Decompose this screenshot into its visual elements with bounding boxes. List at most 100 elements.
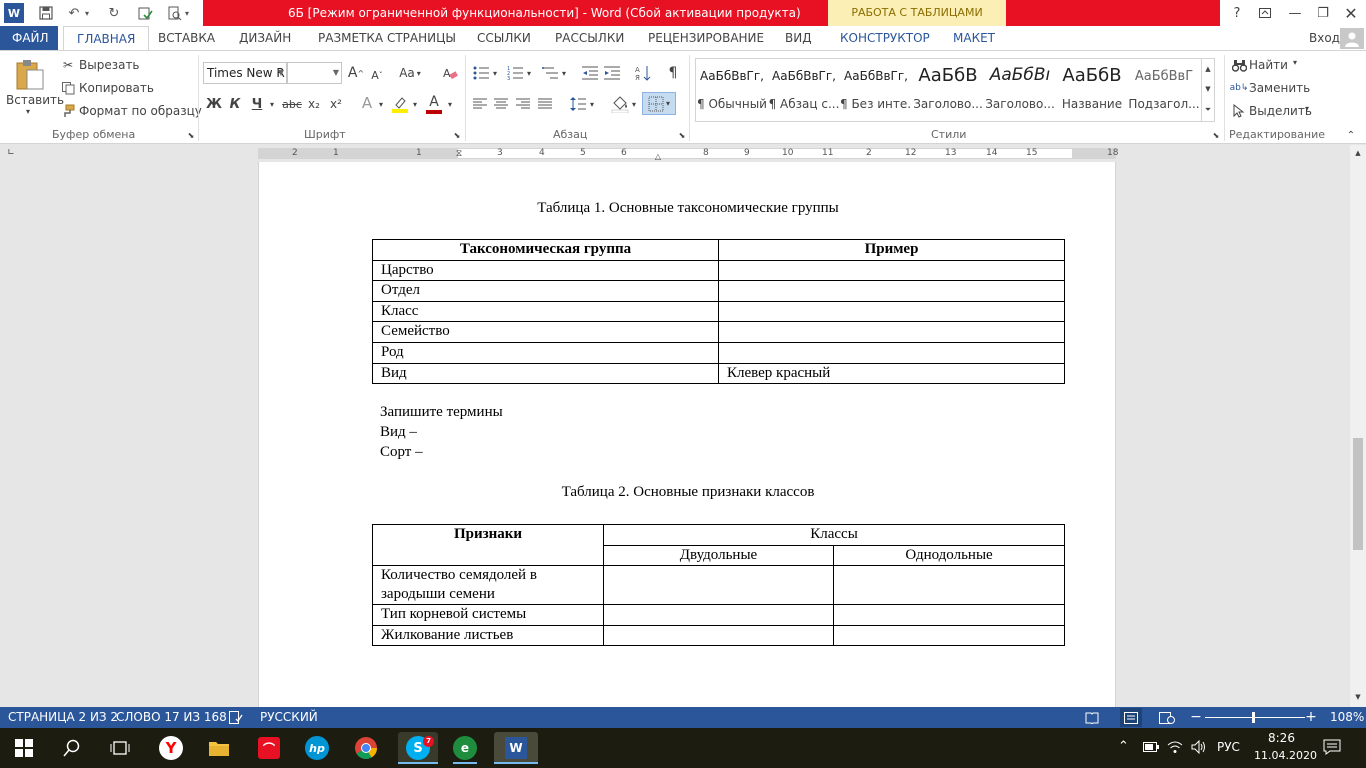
italic-button[interactable]: К (226, 94, 244, 114)
align-right-icon[interactable] (514, 94, 532, 114)
customize-qat-icon[interactable]: ▾ (182, 3, 192, 23)
bullets-icon[interactable] (471, 63, 491, 83)
zoom-slider[interactable] (1205, 717, 1305, 718)
tab-page-layout[interactable]: РАЗМЕТКА СТРАНИЦЫ (318, 26, 456, 50)
paste-dropdown-icon[interactable]: ▾ (26, 107, 30, 116)
scrollbar-thumb[interactable] (1353, 438, 1363, 550)
word-taskbar-icon[interactable]: W (494, 732, 538, 764)
page-count-status[interactable]: СТРАНИЦА 2 ИЗ 2 (8, 710, 118, 724)
undo-dropdown-icon[interactable]: ▾ (82, 3, 92, 23)
format-painter-icon[interactable] (60, 103, 76, 119)
tab-table-design[interactable]: КОНСТРУКТОР (840, 26, 930, 50)
font-launcher-icon[interactable]: ⬊ (452, 130, 462, 140)
find-button[interactable]: Найти (1249, 58, 1288, 72)
input-language[interactable]: РУС (1217, 740, 1240, 754)
line-spacing-dropdown-icon[interactable]: ▾ (588, 97, 596, 111)
strikethrough-button[interactable]: abc (282, 94, 302, 114)
multilevel-list-icon[interactable] (540, 63, 560, 83)
table-cell[interactable] (718, 341, 1065, 364)
task-view-icon[interactable] (104, 732, 136, 764)
font-name-combo[interactable]: Times New R ▼ (203, 62, 287, 84)
indent-marker-icon[interactable]: ⧖ (453, 145, 465, 162)
borders-button[interactable]: ▾ (642, 92, 676, 115)
table-header-cell[interactable]: Пример (718, 239, 1065, 261)
language-status[interactable]: РУССКИЙ (260, 710, 318, 724)
read-mode-icon[interactable] (1084, 710, 1100, 725)
table-cell[interactable] (832, 624, 1066, 647)
zoom-slider-thumb[interactable] (1252, 712, 1255, 723)
document-page[interactable]: Таблица 1. Основные таксономические груп… (258, 162, 1116, 707)
print-preview-icon[interactable] (164, 3, 184, 23)
bold-button[interactable]: Ж (205, 94, 223, 114)
font-color-dropdown-icon[interactable]: ▾ (445, 96, 455, 112)
green-app-icon[interactable]: e (449, 732, 481, 764)
shrink-font-icon[interactable]: Aˇ (368, 65, 386, 85)
taxonomy-table[interactable]: Таксономическая группа Пример Царство От… (372, 239, 1065, 385)
format-painter-button[interactable]: Формат по образцу (79, 104, 202, 118)
table-cell[interactable] (718, 300, 1065, 323)
word-count-status[interactable]: СЛОВО 17 ИЗ 168 (116, 710, 227, 724)
vertical-scrollbar[interactable]: ▲ ▼ (1350, 145, 1366, 707)
touch-mode-icon[interactable] (135, 3, 155, 23)
hp-icon[interactable]: hp (301, 732, 333, 764)
superscript-button[interactable]: x² (327, 94, 345, 114)
table-cell[interactable] (603, 624, 834, 647)
style-list-paragraph[interactable]: АаБбВвГг, ¶ Абзац с... (768, 59, 840, 121)
scroll-down-icon[interactable]: ▼ (1352, 691, 1364, 703)
show-formatting-marks-button[interactable]: ¶ (663, 63, 683, 83)
tab-selector-icon[interactable]: ∟ (5, 147, 17, 159)
table-cell[interactable] (718, 280, 1065, 302)
table-cell[interactable]: Клевер красный (718, 362, 1065, 385)
tab-file[interactable]: ФАЙЛ (0, 26, 58, 50)
cut-button[interactable]: Вырезать (79, 58, 140, 72)
select-cursor-icon[interactable] (1231, 103, 1247, 119)
style-heading-1[interactable]: АаБбВ Заголово... (912, 59, 984, 121)
select-dropdown-icon[interactable]: ▾ (1305, 104, 1309, 113)
change-case-button[interactable]: Aa ▾ (396, 63, 424, 83)
scroll-up-icon[interactable]: ▲ (1352, 147, 1364, 159)
tab-design[interactable]: ДИЗАЙН (239, 26, 291, 50)
skype-icon[interactable]: S 7 (398, 732, 438, 764)
text-effects-button[interactable]: A (358, 93, 376, 113)
font-size-combo[interactable]: ▼ (287, 62, 342, 84)
table-cell[interactable] (832, 565, 1066, 606)
copy-button[interactable]: Копировать (79, 81, 154, 95)
table-cell[interactable]: Вид (372, 362, 719, 385)
numbering-dropdown-icon[interactable]: ▾ (525, 66, 533, 80)
sign-in-link[interactable]: Вход (1309, 26, 1340, 50)
subscript-button[interactable]: x₂ (305, 94, 323, 114)
grow-font-icon[interactable]: A ^ (347, 63, 365, 83)
highlight-dropdown-icon[interactable]: ▾ (410, 96, 420, 112)
paste-icon[interactable] (12, 57, 48, 93)
text-effects-dropdown-icon[interactable]: ▾ (376, 96, 386, 112)
table-cell[interactable]: Класс (372, 300, 719, 323)
table-cell[interactable]: Отдел (372, 280, 719, 302)
replace-button[interactable]: Заменить (1249, 81, 1310, 95)
collapse-ribbon-icon[interactable]: ⌃ (1344, 128, 1358, 142)
web-layout-icon[interactable] (1158, 710, 1176, 725)
notifications-icon[interactable] (1322, 738, 1342, 756)
align-center-icon[interactable] (492, 94, 510, 114)
zoom-level[interactable]: 108% (1330, 710, 1364, 724)
replace-icon[interactable]: ab↳ (1230, 80, 1249, 96)
styles-scroll-up-icon[interactable]: ▲ (1201, 59, 1214, 79)
font-color-button[interactable]: A (424, 93, 444, 115)
tab-home[interactable]: ГЛАВНАЯ (63, 26, 150, 51)
minimize-icon[interactable]: — (1280, 0, 1310, 26)
volume-icon[interactable] (1190, 739, 1208, 755)
table-cell[interactable] (603, 565, 834, 606)
numbering-icon[interactable]: 123 (505, 63, 525, 83)
select-button[interactable]: Выделить (1249, 104, 1312, 118)
table-cell[interactable] (718, 321, 1065, 343)
line-spacing-icon[interactable] (568, 94, 588, 114)
help-icon[interactable]: ? (1222, 0, 1252, 26)
table-cell[interactable]: Жилкование листьев (372, 624, 604, 647)
paste-button[interactable]: Вставить (6, 93, 64, 107)
find-binoculars-icon[interactable] (1231, 57, 1247, 73)
table-cell[interactable]: Тип корневой системы (372, 604, 604, 626)
copy-icon[interactable] (60, 80, 76, 96)
wifi-icon[interactable] (1166, 739, 1184, 755)
zoom-in-icon[interactable]: + (1305, 709, 1317, 725)
battery-icon[interactable] (1142, 739, 1160, 755)
proofing-icon[interactable] (228, 710, 244, 724)
